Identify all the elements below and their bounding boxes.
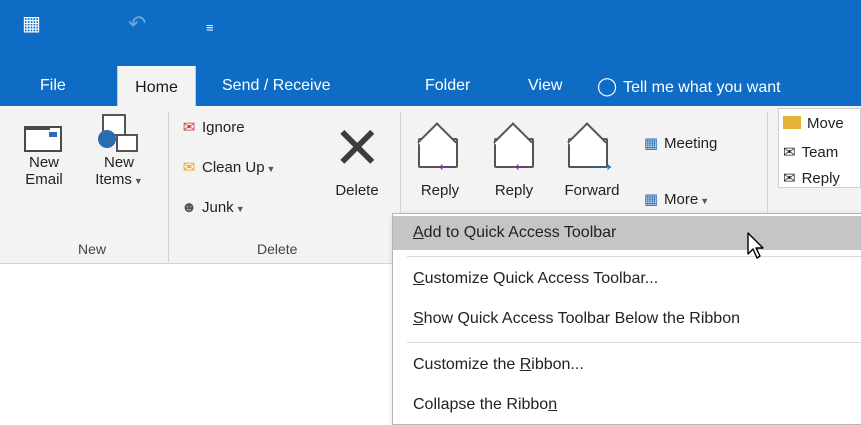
tell-me-search[interactable]: ◯ Tell me what you want — [597, 64, 781, 106]
tab-folder[interactable]: Folder — [425, 64, 470, 106]
lightbulb-icon: ◯ — [597, 76, 618, 96]
team-email-icon: ✉ — [783, 144, 796, 161]
chevron-down-icon: ▼ — [266, 164, 276, 174]
folder-icon — [783, 116, 801, 129]
outlook-app-icon[interactable]: ▦ — [22, 14, 41, 34]
reply-all-arrow-icon: ← — [510, 150, 534, 177]
reply-label: Reply — [420, 182, 460, 199]
menu-text: dd to Quick Access Toolbar — [423, 224, 617, 241]
new-items-label-1: New — [103, 154, 134, 171]
ribbon-tabs: File Home Send / Receive Folder View ◯ Te… — [0, 64, 861, 108]
quick-step-team[interactable]: ✉ Team — [783, 143, 838, 161]
menu-text: how Quick Access Toolbar Below the Ribbo… — [423, 310, 740, 327]
menu-accelerator: n — [548, 396, 558, 413]
group-label-new: New — [78, 241, 107, 257]
quick-step-reply[interactable]: ✉ Reply — [783, 169, 840, 187]
menu-text: Customize the — [413, 356, 520, 373]
ignore-icon: ✉ — [182, 119, 196, 136]
reply-all-button[interactable]: Reply — [486, 182, 542, 199]
junk-icon: ☻ — [181, 199, 197, 216]
reply-all-label: Reply — [494, 182, 534, 199]
clean-up-button[interactable]: ✉ Clean Up ▼ — [178, 158, 276, 179]
forward-label: Forward — [564, 182, 620, 199]
clean-up-icon: ✉ — [182, 159, 196, 176]
quick-step-move[interactable]: Move — [783, 115, 844, 132]
junk-button[interactable]: ☻ Junk ▼ — [178, 198, 245, 219]
clean-up-label: Clean Up — [202, 159, 265, 176]
undo-icon[interactable]: ↶ — [128, 13, 146, 35]
junk-label: Junk — [202, 199, 234, 216]
ignore-label: Ignore — [202, 119, 245, 136]
customize-quick-access-dropdown-icon[interactable]: ≡ — [206, 18, 214, 38]
menu-text: ibbon... — [531, 356, 584, 373]
menu-accelerator: C — [413, 270, 425, 287]
delete-label: Delete — [335, 182, 379, 199]
delete-icon: ✕ — [333, 116, 382, 181]
reply-arrow-icon: ← — [434, 150, 458, 177]
new-items-label-2: Items — [95, 171, 132, 188]
menu-accelerator: R — [519, 356, 532, 373]
chevron-down-icon: ▼ — [235, 204, 245, 214]
menu-separator — [407, 342, 861, 343]
more-icon: ▦ — [643, 191, 659, 208]
chevron-down-icon: ▼ — [700, 196, 710, 206]
menu-item-collapse-the-ribbon[interactable]: Collapse the Ribbon — [393, 388, 861, 422]
menu-text: ustomize Quick Access Toolbar... — [424, 270, 659, 287]
quick-step-reply-label: Reply — [801, 170, 840, 187]
more-respond-button[interactable]: ▦ More ▼ — [640, 190, 709, 211]
chevron-down-icon: ▼ — [133, 176, 143, 186]
forward-arrow-icon: → — [592, 150, 616, 177]
menu-accelerator: A — [413, 224, 424, 241]
tab-view[interactable]: View — [528, 64, 562, 106]
menu-item-customize-the-ribbon[interactable]: Customize the Ribbon... — [393, 348, 861, 382]
forward-button[interactable]: Forward — [556, 182, 628, 199]
new-items-button[interactable]: New Items ▼ — [84, 154, 154, 190]
menu-item-show-quick-access-toolbar-below-ribbon[interactable]: Show Quick Access Toolbar Below the Ribb… — [393, 302, 861, 336]
mouse-pointer-icon — [747, 232, 764, 259]
menu-accelerator: S — [413, 310, 424, 327]
ribbon-context-menu: Add to Quick Access Toolbar Customize Qu… — [392, 213, 861, 425]
ignore-button[interactable]: ✉ Ignore — [178, 118, 245, 138]
new-email-icon — [24, 126, 62, 152]
group-label-delete: Delete — [257, 241, 298, 257]
title-bar: ▦ ↶ ≡ — [0, 0, 861, 64]
tab-home[interactable]: Home — [117, 66, 196, 108]
menu-item-add-to-quick-access-toolbar[interactable]: Add to Quick Access Toolbar — [393, 216, 861, 250]
new-email-label-2: Email — [25, 171, 63, 188]
menu-item-customize-quick-access-toolbar[interactable]: Customize Quick Access Toolbar... — [393, 262, 861, 296]
new-items-icon — [98, 114, 138, 154]
tab-file[interactable]: File — [40, 64, 66, 106]
tab-send-receive[interactable]: Send / Receive — [222, 64, 331, 106]
new-email-button[interactable]: New Email — [20, 154, 68, 188]
new-email-label-1: New — [28, 154, 59, 171]
meeting-icon: ▦ — [643, 135, 659, 152]
meeting-button[interactable]: ▦ Meeting — [640, 134, 717, 154]
delete-button[interactable]: Delete — [324, 182, 390, 199]
quick-step-team-label: Team — [801, 144, 839, 161]
more-label: More — [664, 191, 699, 208]
tell-me-text: Tell me what you want — [623, 79, 781, 96]
quick-steps-gallery: Move ✉ Team ✉ Reply — [778, 108, 861, 188]
menu-text: Collapse the Ribbo — [413, 396, 549, 413]
quick-step-move-label: Move — [807, 115, 844, 132]
reply-delete-icon: ✉ — [783, 170, 796, 187]
group-divider — [168, 112, 169, 262]
menu-separator — [407, 256, 861, 257]
meeting-label: Meeting — [664, 135, 718, 152]
reply-button[interactable]: Reply — [412, 182, 468, 199]
